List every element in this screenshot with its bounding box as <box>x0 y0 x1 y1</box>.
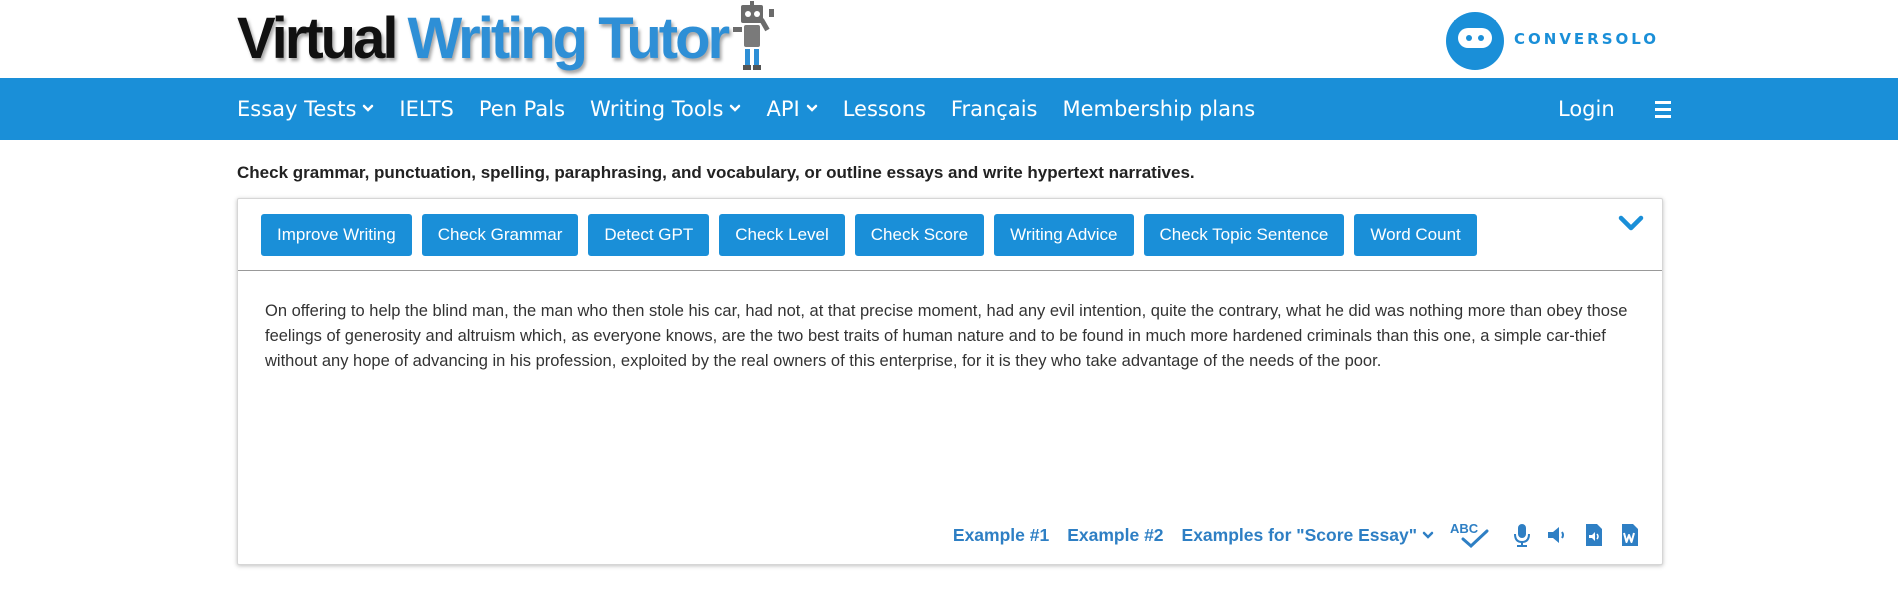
tool-buttons: Improve Writing Check Grammar Detect GPT Ch… <box>261 214 1477 256</box>
writing-panel: Improve Writing Check Grammar Detect GPT Ch… <box>237 198 1663 565</box>
check-level-button[interactable]: Check Level <box>719 214 845 256</box>
nav-item-lessons[interactable]: Lessons <box>843 97 926 121</box>
writing-advice-button[interactable]: Writing Advice <box>994 214 1134 256</box>
nav-item-label: Writing Tools <box>590 97 724 121</box>
tagline: Check grammar, punctuation, spelling, pa… <box>237 163 1195 182</box>
logo-word-virtual: Virtual <box>237 6 398 71</box>
site-logo[interactable]: Virtual Writing Tutor <box>237 0 777 78</box>
example-2-link[interactable]: Example #2 <box>1067 525 1163 546</box>
microphone-icon[interactable] <box>1514 523 1530 547</box>
check-grammar-button[interactable]: Check Grammar <box>421 214 579 256</box>
nav-item-label: Lessons <box>842 97 926 121</box>
conversolo-logo[interactable]: CONVERSOLO <box>1444 8 1659 70</box>
nav-item-label: Essay Tests <box>237 97 357 121</box>
example-1-link[interactable]: Example #1 <box>953 525 1049 546</box>
spellcheck-icon[interactable]: ABC <box>1450 521 1498 549</box>
nav-item-label: Pen Pals <box>478 97 566 121</box>
editor-bottom-bar: Example #1 Example #2 Examples for "Scor… <box>935 520 1640 550</box>
chevron-down-icon <box>363 104 374 112</box>
improve-writing-button[interactable]: Improve Writing <box>261 214 412 256</box>
nav-item-membership-plans[interactable]: Membership plans <box>1062 97 1255 121</box>
nav-item-fran-ais[interactable]: Français <box>951 97 1038 121</box>
nav-item-label: Membership plans <box>1062 97 1256 121</box>
nav-item-label: Français <box>950 97 1038 121</box>
login-link[interactable]: Login <box>1558 97 1615 121</box>
examples-dropdown-label: Examples for "Score Essay" <box>1181 524 1417 545</box>
nav-items: Essay Tests IELTS Pen Pals Writing Tools API… <box>237 78 1280 140</box>
nav-item-label: IELTS <box>399 97 454 121</box>
nav-item-api[interactable]: API <box>766 97 817 121</box>
hamburger-menu-icon[interactable] <box>1654 100 1671 118</box>
check-score-button[interactable]: Check Score <box>854 214 985 256</box>
word-document-icon[interactable] <box>1620 523 1640 547</box>
audio-file-icon[interactable] <box>1584 523 1604 547</box>
detect-gpt-button[interactable]: Detect GPT <box>588 214 710 256</box>
speaker-icon[interactable] <box>1546 525 1568 545</box>
robot-icon <box>733 1 775 70</box>
chevron-down-icon[interactable] <box>1618 215 1644 238</box>
nav-item-writing-tools[interactable]: Writing Tools <box>590 97 741 121</box>
main-nav: Essay Tests IELTS Pen Pals Writing Tools API… <box>0 78 1898 140</box>
check-topic-sentence-button[interactable]: Check Topic Sentence <box>1143 214 1345 256</box>
logo-word-writing-tutor: Writing Tutor <box>407 6 730 71</box>
examples-dropdown[interactable]: Examples for "Score Essay" <box>1182 525 1434 546</box>
essay-text-area[interactable]: On offering to help the blind man, the m… <box>265 299 1645 374</box>
chevron-down-icon <box>730 104 741 112</box>
tool-toolbar: Improve Writing Check Grammar Detect GPT Ch… <box>238 199 1662 271</box>
nav-item-essay-tests[interactable]: Essay Tests <box>237 97 374 121</box>
nav-item-ielts[interactable]: IELTS <box>399 97 453 121</box>
site-header: Virtual Writing Tutor CONVERSOLO <box>0 0 1898 78</box>
nav-item-pen-pals[interactable]: Pen Pals <box>479 97 565 121</box>
conversolo-wordmark: CONVERSOLO <box>1514 30 1660 48</box>
word-count-button[interactable]: Word Count <box>1354 214 1477 256</box>
nav-item-label: API <box>766 97 800 121</box>
chevron-down-icon <box>1422 531 1434 539</box>
conversolo-owl-icon <box>1446 12 1504 70</box>
chevron-down-icon <box>806 104 817 112</box>
